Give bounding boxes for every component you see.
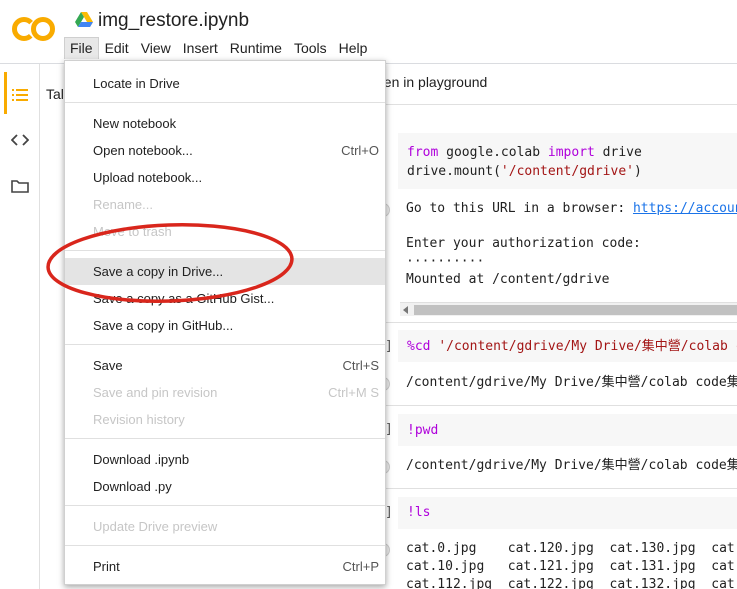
magic-command: %cd [407,339,439,354]
code-cell-2-source[interactable]: %cd '/content/gdrive/My Drive/集中營/colab … [407,337,737,356]
cell-divider [340,488,737,489]
menu-item-save[interactable]: Save Ctrl+S [65,352,385,379]
keyword: import [547,145,595,160]
menu-item-label: Update Drive preview [93,519,218,534]
menu-item-save-copy-in-drive[interactable]: Save a copy in Drive... [65,258,385,285]
output-horizontal-scrollbar[interactable] [400,302,737,316]
menu-item-locate-in-drive[interactable]: Locate in Drive [65,70,385,97]
google-drive-icon[interactable] [75,12,93,28]
auth-url-link[interactable]: https://accoun [633,201,737,216]
output-text: Go to this URL in a browser: [406,201,633,216]
string-literal: '/content/gdrive/My Drive/集中營/colab c [438,339,737,354]
menu-separator [65,438,385,439]
menu-item-print[interactable]: Print Ctrl+P [65,553,385,580]
menu-separator [65,545,385,546]
code-cell-3-source[interactable]: !pwd [407,421,438,440]
string-literal: '/content/gdrive' [500,164,634,179]
ls-output-row: cat.0.jpg cat.120.jpg cat.130.jpg cat. [406,541,737,556]
menu-item-label: Download .py [93,479,172,494]
code-cell-1-source[interactable]: from google.colab import drive drive.mou… [407,143,642,181]
code-cell-3[interactable] [398,414,737,446]
code-text: google.colab [438,145,548,160]
menu-file[interactable]: File [64,37,99,59]
menu-item-label: Save [93,358,123,373]
menu-item-download-ipynb[interactable]: Download .ipynb [65,446,385,473]
menu-item-label: Move to trash [93,224,172,239]
toolbar-divider [340,104,737,105]
menu-item-label: Upload notebook... [93,170,203,185]
ls-output-row: cat.10.jpg cat.121.jpg cat.131.jpg cat. [406,559,737,574]
output-1-url-line: Go to this URL in a browser: https://acc… [406,200,737,218]
scroll-left-icon[interactable] [403,306,408,314]
menu-edit[interactable]: Edit [99,37,135,59]
cell-divider [340,405,737,406]
menu-item-revision-history: Revision history [65,406,385,433]
menu-item-upload-notebook[interactable]: Upload notebook... [65,164,385,191]
menu-item-label: Open notebook... [93,143,193,158]
menu-item-label: Save a copy as a GitHub Gist... [93,291,275,306]
menu-insert[interactable]: Insert [177,37,224,59]
shell-command: !ls [407,505,431,520]
menu-item-label: Locate in Drive [93,76,180,91]
menu-help[interactable]: Help [333,37,374,59]
code-text: ) [633,164,642,179]
code-text: drive [594,145,642,160]
toc-icon[interactable] [11,86,29,104]
ls-output-row: cat.112.jpg cat.122.jpg cat.132.jpg cat. [406,577,737,589]
shell-command: !pwd [407,423,439,438]
menu-item-label: New notebook [93,116,177,131]
file-menu: Locate in Drive New notebook Open notebo… [64,60,386,585]
menu-separator [65,102,385,103]
menu-item-label: Rename... [93,197,153,212]
menu-separator [65,505,385,506]
menu-item-shortcut: Ctrl+S [342,358,379,373]
menubar: File Edit View Insert Runtime Tools Help [64,37,373,59]
code-cell-4[interactable] [398,497,737,529]
menu-item-label: Save a copy in GitHub... [93,318,234,333]
output-1-prompt: Enter your authorization code: [406,236,641,251]
menu-item-shortcut: Ctrl+P [342,559,379,574]
menu-item-download-py[interactable]: Download .py [65,473,385,500]
menu-separator [65,250,385,251]
cell-4-run-bracket[interactable]: ] [385,505,393,520]
output-1-code-input[interactable]: ·········· [406,253,484,271]
menu-tools[interactable]: Tools [288,37,333,59]
cell-divider [340,322,737,323]
cell-2-run-bracket[interactable]: ] [385,339,393,354]
cell-3-run-bracket[interactable]: ] [385,422,393,437]
keyword: from [407,145,439,160]
output-3: /content/gdrive/My Drive/集中營/colab code集 [406,458,737,473]
menu-item-move-to-trash: Move to trash [65,218,385,245]
menu-item-save-copy-github[interactable]: Save a copy in GitHub... [65,312,385,339]
menu-view[interactable]: View [135,37,177,59]
menu-item-open-notebook[interactable]: Open notebook... Ctrl+O [65,137,385,164]
menu-item-save-copy-github-gist[interactable]: Save a copy as a GitHub Gist... [65,285,385,312]
sidebar-active-indicator [4,72,7,114]
menu-item-save-pin-revision: Save and pin revision Ctrl+M S [65,379,385,406]
menu-item-label: Save a copy in Drive... [93,264,224,279]
menu-item-shortcut: Ctrl+M S [328,385,379,400]
menu-item-new-notebook[interactable]: New notebook [65,110,385,137]
menu-runtime[interactable]: Runtime [224,37,288,59]
menu-item-update-drive-preview: Update Drive preview [65,513,385,540]
notebook-title[interactable]: img_restore.ipynb [98,10,249,32]
menu-separator [65,344,385,345]
folder-icon[interactable] [11,177,29,195]
menu-item-label: Revision history [93,412,185,427]
menu-item-label: Download .ipynb [93,452,190,467]
menu-item-label: Save and pin revision [93,385,218,400]
open-in-playground-button[interactable]: pen in playground [376,74,487,90]
scrollbar-thumb[interactable] [414,305,737,315]
code-cell-4-source[interactable]: !ls [407,503,430,522]
colab-logo [12,14,56,44]
code-icon[interactable] [10,131,30,149]
table-of-contents-label: Tal [46,86,64,102]
menu-item-rename: Rename... [65,191,385,218]
menu-item-label: Print [93,559,120,574]
menu-item-shortcut: Ctrl+O [341,143,379,158]
output-1-mounted: Mounted at /content/gdrive [406,272,610,287]
output-2: /content/gdrive/My Drive/集中營/colab code集 [406,375,737,390]
code-text: drive.mount( [407,164,501,179]
